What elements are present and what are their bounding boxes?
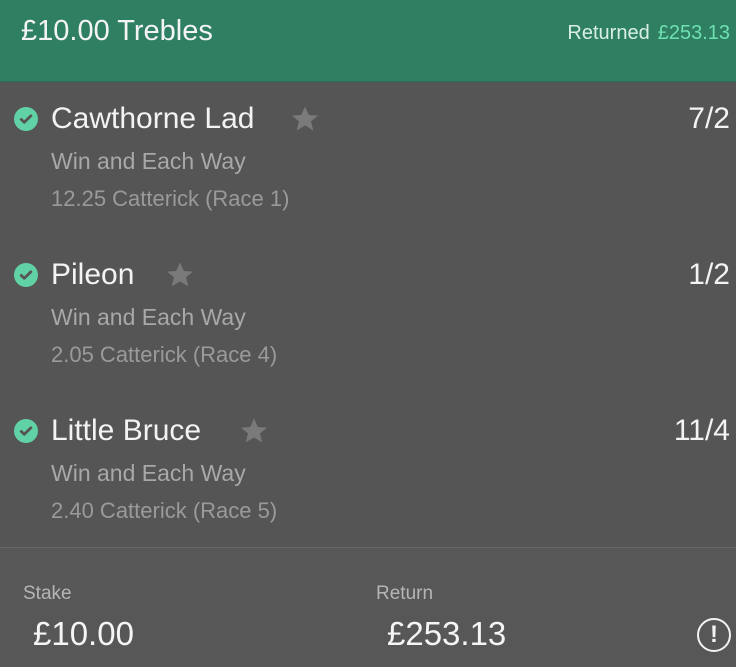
selection-name: Little Bruce [51, 414, 202, 447]
check-circle-icon [14, 419, 38, 443]
selection-odds: 11/4 [673, 414, 730, 447]
stake-value: £10.00 [33, 615, 134, 652]
bet-title: £10.00 Trebles [21, 15, 213, 47]
race-info: 2.40 Catterick (Race 5) [51, 498, 278, 523]
returned-summary: Returned £253.13 [567, 22, 730, 45]
return-label: Return [376, 583, 434, 604]
bet-receipt-screen: £10.00 Trebles Returned £253.13 Cawthorne… [0, 0, 736, 667]
bet-type: Win and Each Way [51, 460, 246, 486]
check-circle-icon [14, 263, 38, 287]
race-info: 12.25 Catterick (Race 1) [51, 186, 290, 211]
selection-item[interactable]: Little Bruce 11/4 Win and Each Way 2.40 … [0, 394, 736, 544]
bet-type: Win and Each Way [51, 304, 246, 330]
selection-odds: 1/2 [688, 258, 730, 291]
star-icon[interactable] [289, 103, 321, 135]
selection-name: Cawthorne Lad [51, 102, 255, 135]
stake-label: Stake [23, 583, 72, 604]
exclamation-circle-icon[interactable]: ! [697, 618, 731, 652]
bet-type: Win and Each Way [51, 148, 246, 174]
star-icon[interactable] [238, 415, 270, 447]
bet-header: £10.00 Trebles Returned £253.13 [0, 0, 736, 82]
selection-item[interactable]: Cawthorne Lad 7/2 Win and Each Way 12.25… [0, 82, 736, 232]
returned-label: Returned [567, 22, 650, 44]
return-value: £253.13 [387, 615, 507, 652]
star-icon[interactable] [164, 259, 196, 291]
check-circle-icon [14, 107, 38, 131]
selection-name: Pileon [51, 258, 135, 291]
selection-item[interactable]: Pileon 1/2 Win and Each Way 2.05 Catteri… [0, 238, 736, 388]
returned-amount: £253.13 [657, 22, 730, 44]
selection-odds: 7/2 [688, 102, 730, 135]
race-info: 2.05 Catterick (Race 4) [51, 342, 278, 367]
bet-footer: Stake £10.00 Return £253.13 ! [0, 548, 736, 667]
